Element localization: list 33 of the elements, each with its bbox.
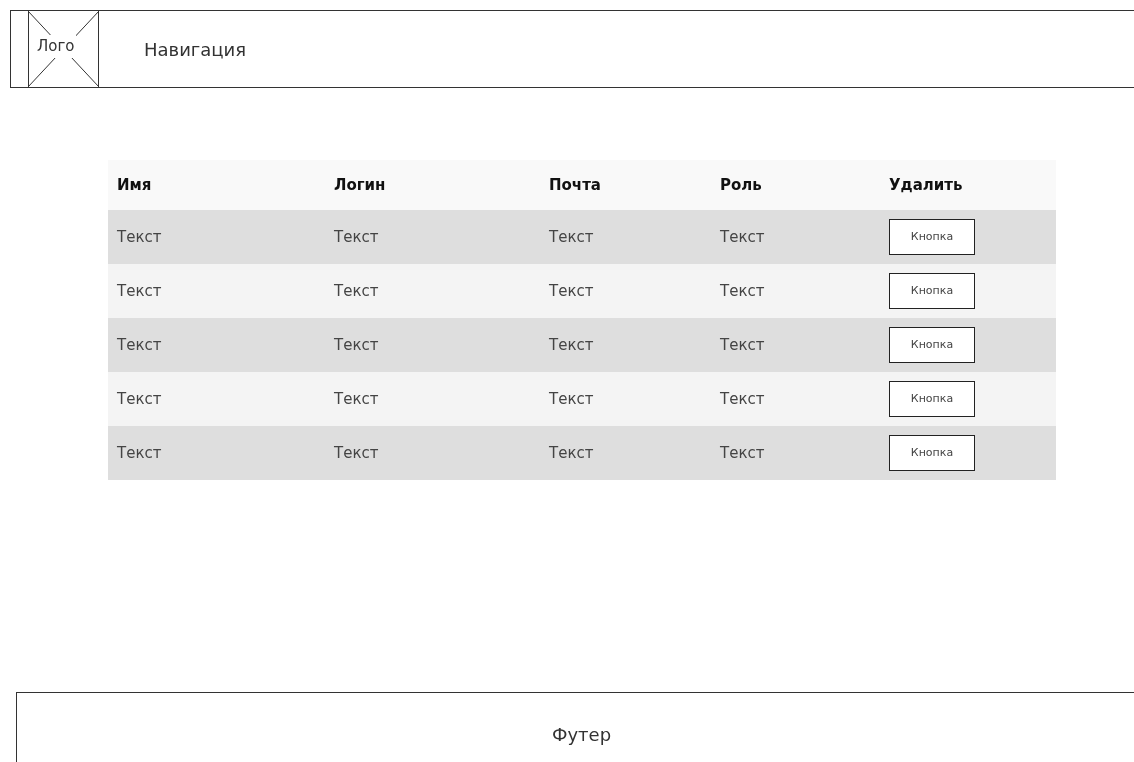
table-cell: Текст: [334, 282, 379, 300]
table-cell: Текст: [720, 336, 765, 354]
delete-button[interactable]: Кнопка: [889, 435, 975, 471]
column-header: Роль: [720, 175, 762, 194]
table-cell: Текст: [117, 336, 162, 354]
table-cell: Текст: [720, 282, 765, 300]
column-header: Удалить: [889, 175, 963, 194]
table-cell: Текст: [117, 444, 162, 462]
table-cell: Текст: [334, 444, 379, 462]
delete-button[interactable]: Кнопка: [889, 381, 975, 417]
delete-button[interactable]: Кнопка: [889, 327, 975, 363]
table-cell: Текст: [720, 390, 765, 408]
table-cell: Текст: [117, 390, 162, 408]
table-cell: Текст: [720, 444, 765, 462]
delete-button[interactable]: Кнопка: [889, 273, 975, 309]
column-header: Почта: [549, 175, 601, 194]
table-cell: Текст: [117, 282, 162, 300]
table-cell: Текст: [720, 228, 765, 246]
delete-button[interactable]: Кнопка: [889, 219, 975, 255]
table-cell: Текст: [549, 444, 594, 462]
table-cell: Текст: [117, 228, 162, 246]
navigation-text[interactable]: Навигация: [144, 35, 247, 63]
table-cell: Текст: [549, 390, 594, 408]
table-cell: Текст: [334, 228, 379, 246]
table-cell: Текст: [549, 282, 594, 300]
logo-text: Лого: [36, 35, 76, 58]
table-cell: Текст: [334, 390, 379, 408]
table-cell: Текст: [549, 336, 594, 354]
table-cell: Текст: [549, 228, 594, 246]
footer-text: Футер: [550, 723, 613, 747]
column-header: Логин: [334, 175, 386, 194]
column-header: Имя: [117, 175, 152, 194]
table-cell: Текст: [334, 336, 379, 354]
